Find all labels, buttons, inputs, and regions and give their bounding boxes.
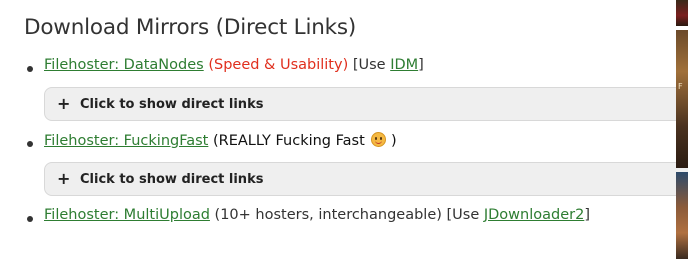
sidebar-thumbnail-image[interactable]: F (676, 30, 688, 168)
download-mirrors-section: Download Mirrors (Direct Links) Filehost… (0, 0, 688, 259)
smiley-face-icon (371, 132, 387, 147)
bullet-dot (27, 66, 33, 72)
mirror-item-multiupload: Filehoster: MultiUpload (10+ hosters, in… (44, 207, 590, 223)
tool-link-jdownloader2[interactable]: JDownloader2 (484, 207, 584, 223)
tool-link-idm[interactable]: IDM (390, 57, 418, 73)
mirror-note: (10+ hosters, interchangeable) [Use (209, 207, 484, 223)
mirror-note: (Speed & Usability) (208, 57, 349, 73)
bullet-dot (27, 141, 33, 147)
toggle-label: Click to show direct links (80, 97, 264, 112)
plus-icon: + (57, 94, 71, 113)
plus-icon: + (57, 169, 71, 188)
host-link-fuckingfast[interactable]: Filehoster: FuckingFast (44, 133, 208, 149)
mirror-item-fuckingfast: Filehoster: FuckingFast (REALLY Fucking … (44, 132, 397, 149)
toggle-label: Click to show direct links (80, 172, 264, 187)
show-direct-links-toggle-fuckingfast[interactable]: + Click to show direct links (44, 162, 688, 196)
host-link-multiupload[interactable]: Filehoster: MultiUpload (44, 207, 210, 223)
bullet-dot (27, 216, 33, 222)
thumbnail-letter: F (678, 82, 683, 91)
sidebar-thumbnail-image[interactable] (676, 0, 688, 26)
section-heading: Download Mirrors (Direct Links) (24, 15, 357, 40)
mirror-item-datanodes: Filehoster: DataNodes (Speed & Usability… (44, 57, 424, 73)
host-link-datanodes[interactable]: Filehoster: DataNodes (44, 57, 204, 73)
mirror-note: (REALLY Fucking Fast (208, 133, 370, 149)
bracket-close: ] (584, 207, 590, 223)
bracket-close: ] (418, 57, 424, 73)
show-direct-links-toggle-datanodes[interactable]: + Click to show direct links (44, 87, 688, 121)
note-close: ) (386, 133, 397, 149)
bracket-open: [Use (348, 57, 391, 73)
sidebar-thumbnail-image[interactable] (676, 172, 688, 259)
